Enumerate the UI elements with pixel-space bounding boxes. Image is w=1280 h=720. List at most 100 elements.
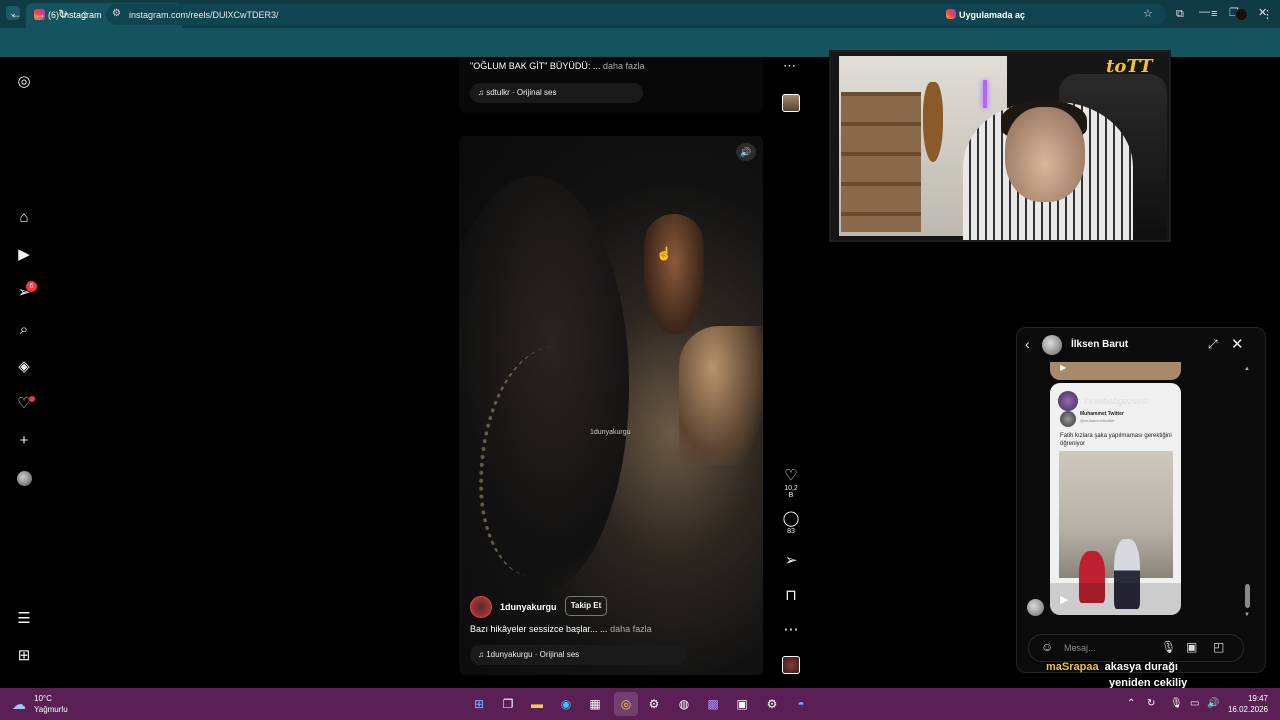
reel-caption-text: Bazı hikâyeler sessizce başlar... ... (470, 624, 608, 634)
previous-reel-audio-thumbnail[interactable] (782, 94, 800, 112)
dm-scrollbar[interactable] (1245, 584, 1250, 608)
tray-sync-icon[interactable]: ↻ (1147, 698, 1155, 709)
dm-message-placeholder[interactable]: Mesaj... (1064, 643, 1096, 653)
dm-scroll-down-icon[interactable]: ▼ (1244, 612, 1250, 618)
edge-icon[interactable]: ◉ (557, 695, 575, 713)
reels-icon[interactable]: ▶ (15, 246, 33, 264)
emoji-icon[interactable]: ☺ (1041, 640, 1053, 654)
dm-shared-reel-card[interactable]: kiravbabgezilesi Muhammet Twitter @muham… (1050, 383, 1181, 615)
task-view-icon[interactable]: ❐ (499, 695, 517, 713)
dm-sender-avatar (1027, 599, 1044, 616)
browser-profile-avatar[interactable] (1235, 8, 1248, 21)
heart-icon: ♡ (784, 467, 798, 484)
reel-account-name[interactable]: 1dunyakurgu (500, 602, 557, 612)
shared-reel-account-avatar (1058, 391, 1078, 411)
bookmark-star-icon[interactable]: ☆ (1143, 7, 1153, 20)
obs-icon[interactable]: ◍ (675, 695, 693, 713)
chat-message-text-1: akasya durağı (1104, 661, 1178, 673)
site-info-icon[interactable]: ⚙ (112, 8, 121, 19)
open-in-app-button[interactable]: Uygulamada aç (946, 9, 1025, 20)
home-button[interactable]: ⌂ (81, 7, 88, 21)
tray-overflow-icon[interactable]: ⌃ (1127, 698, 1135, 709)
tray-display-icon[interactable]: ▭ (1190, 698, 1199, 709)
url-text: instagram.com/reels/DUlXCwTDER3/ (129, 10, 279, 20)
windows-taskbar (0, 688, 1280, 720)
share-button[interactable]: ➢ (781, 551, 801, 569)
dm-back-icon[interactable]: ‹ (1025, 336, 1030, 352)
webcam-guitar (923, 82, 943, 162)
start-icon[interactable]: ⊞ (470, 695, 488, 713)
dm-message-input[interactable] (1028, 634, 1244, 662)
streamer-webcam (829, 50, 1171, 242)
instagram-logo-icon[interactable]: ◎ (15, 73, 33, 91)
open-in-app-label: Uygulamada aç (959, 10, 1026, 20)
dm-contact-avatar[interactable] (1042, 335, 1062, 355)
comment-count: 83 (787, 528, 795, 535)
reel-message-icon: ▶ (1060, 363, 1067, 372)
create-icon[interactable]: + (15, 432, 33, 450)
reel-video[interactable] (459, 136, 763, 675)
like-count: 10,2 B (784, 485, 798, 499)
chat-message-line: maSrapaa akasya durağı (1046, 661, 1178, 673)
weather-rain-icon[interactable]: ☁ (12, 696, 26, 713)
minimize-window-button[interactable]: — (1199, 6, 1210, 18)
reel-account-avatar[interactable] (470, 596, 492, 618)
chrome-icon[interactable]: ◎ (617, 695, 635, 713)
home-icon[interactable]: ⌂ (15, 209, 33, 227)
like-button[interactable]: ♡ 10,2 B (781, 466, 801, 499)
address-bar[interactable]: ⚙ instagram.com/reels/DUlXCwTDER3/ Uygul… (106, 4, 1166, 25)
tray-volume-icon[interactable]: 🔊 (1207, 698, 1219, 709)
more-menu-icon[interactable]: ☰ (15, 610, 33, 628)
extensions-icon[interactable]: ⧉ (1176, 8, 1184, 21)
search-icon[interactable]: ⌕ (15, 321, 33, 339)
store-icon[interactable]: ▦ (586, 695, 604, 713)
media-controls-icon[interactable]: ≡ (1211, 8, 1217, 20)
forward-button[interactable]: → (34, 7, 46, 21)
steam-icon[interactable]: ⚙ (645, 695, 663, 713)
settings-gear-icon[interactable]: ⚙ (763, 695, 781, 713)
video-watermark: 1dunyakurgu (590, 429, 631, 436)
dm-contact-name[interactable]: İlksen Barut (1071, 339, 1128, 350)
comment-button[interactable]: ◯ 83 (781, 509, 801, 535)
webcam-bookshelf (841, 92, 921, 232)
save-button[interactable]: ⊓ (781, 586, 801, 604)
also-from-meta-icon[interactable]: ⊞ (15, 647, 33, 665)
weather-condition[interactable]: Yağmurlu (34, 705, 68, 714)
previous-reel-more-link[interactable]: daha fazla (603, 61, 645, 71)
tweet-author-handle: @muhammettwitter (1080, 418, 1115, 423)
app-grid-icon[interactable]: ▩ (704, 695, 722, 713)
browser-menu-icon[interactable]: ⋮ (1262, 8, 1273, 21)
dm-close-icon[interactable]: ✕ (1231, 335, 1244, 353)
follow-button[interactable]: Takip Et (565, 596, 607, 616)
stream-logo: toTT (1106, 56, 1153, 77)
explore-icon[interactable]: ◈ (15, 358, 33, 376)
capture-app-icon[interactable]: ▣ (733, 695, 751, 713)
more-options-button[interactable]: ⋯ (781, 620, 801, 638)
back-button[interactable]: ← (10, 7, 22, 21)
reel-more-link[interactable]: daha fazla (610, 624, 652, 634)
dm-expand-icon[interactable]: ⤢ (1208, 337, 1218, 352)
microphone-icon[interactable]: 🎙 (1161, 640, 1176, 654)
sticker-icon[interactable]: ◰ (1213, 640, 1224, 654)
previous-reel-caption-text: "OĞLUM BAK GİT" BÜYÜDÜ: ... (470, 61, 601, 71)
previous-reel-more-options-icon[interactable]: ⋯ (783, 58, 796, 74)
tweet-author-name: Muhammet Twitter (1080, 411, 1124, 417)
file-explorer-icon[interactable]: ▬ (528, 695, 546, 713)
dm-scroll-up-icon[interactable]: ▲ (1244, 366, 1250, 372)
profile-avatar[interactable] (17, 471, 32, 486)
webcam-led-light (983, 80, 987, 108)
taskbar-date[interactable]: 16.02.2026 (1222, 705, 1268, 714)
weather-temperature[interactable]: 10°C (34, 694, 52, 703)
volume-icon[interactable]: 🔊 (736, 143, 756, 161)
bookmark-icon: ⊓ (785, 587, 797, 604)
reload-button[interactable]: ↻ (58, 7, 68, 21)
previous-reel-audio[interactable]: ♫ sdtulkr · Orijinal ses (470, 83, 643, 103)
reel-caption: Bazı hikâyeler sessizce başlar... ... da… (470, 624, 652, 634)
discord-icon[interactable]: ◓ (792, 695, 810, 713)
reel-audio[interactable]: ♫ 1dunyakurgu · Orijinal ses (470, 645, 687, 665)
image-upload-icon[interactable]: ▣ (1186, 640, 1197, 654)
taskbar-time[interactable]: 19:47 (1230, 694, 1268, 703)
tray-mic-icon[interactable]: 🎙 (1170, 698, 1183, 709)
dm-previous-message[interactable]: ▶ (1050, 362, 1181, 380)
reel-audio-thumbnail[interactable] (782, 656, 800, 674)
